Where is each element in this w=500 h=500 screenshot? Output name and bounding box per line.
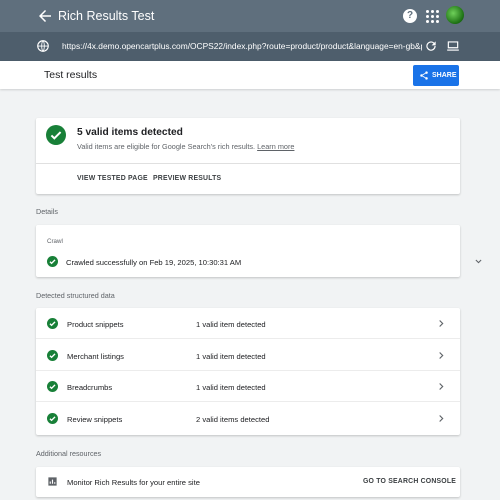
preview-results-button[interactable]: PREVIEW RESULTS	[153, 175, 221, 182]
apps-icon[interactable]	[425, 9, 439, 23]
row-status: 2 valid items detected	[196, 415, 270, 424]
share-button[interactable]: SHARE	[413, 65, 459, 86]
learn-more-link[interactable]: Learn more	[257, 142, 294, 151]
detected-data-card: Product snippets 1 valid item detected M…	[36, 308, 460, 435]
crawl-status: Crawled successfully on Feb 19, 2025, 10…	[66, 258, 242, 267]
chevron-right-icon	[439, 383, 444, 390]
check-circle-icon	[47, 318, 58, 329]
summary-subtitle: Valid items are eligible for Google Sear…	[77, 142, 294, 151]
resources-card: Monitor Rich Results for your entire sit…	[36, 467, 460, 497]
laptop-icon[interactable]	[446, 39, 460, 53]
row-name: Merchant listings	[67, 352, 124, 361]
crawl-card[interactable]: Crawl Crawled successfully on Feb 19, 20…	[36, 225, 482, 277]
view-tested-page-button[interactable]: VIEW TESTED PAGE	[77, 175, 148, 182]
app-bar: Rich Results Test ?	[0, 0, 500, 32]
detected-row-product-snippets[interactable]: Product snippets 1 valid item detected	[36, 308, 460, 339]
summary-subtitle-text: Valid items are eligible for Google Sear…	[77, 142, 256, 151]
chevron-right-icon	[439, 352, 444, 359]
chevron-right-icon	[439, 320, 444, 327]
globe-icon	[37, 40, 49, 52]
row-name: Product snippets	[67, 320, 124, 329]
divider	[36, 163, 460, 164]
row-status: 1 valid item detected	[196, 352, 266, 361]
check-circle-icon	[47, 256, 58, 267]
summary-card: 5 valid items detected Valid items are e…	[36, 118, 460, 194]
check-circle-icon	[47, 413, 58, 424]
chevron-down-icon[interactable]	[474, 258, 483, 265]
avatar[interactable]	[446, 6, 464, 24]
detected-row-review-snippets[interactable]: Review snippets 2 valid items detected	[36, 403, 460, 434]
share-icon	[420, 71, 428, 80]
share-label: SHARE	[432, 72, 457, 79]
summary-title: 5 valid items detected	[77, 127, 183, 138]
row-name: Breadcrumbs	[67, 383, 113, 392]
results-header: Test results SHARE	[0, 61, 500, 89]
detected-section-label: Detected structured data	[36, 291, 115, 300]
row-name: Review snippets	[67, 415, 123, 424]
chart-icon	[48, 477, 57, 486]
detected-row-breadcrumbs[interactable]: Breadcrumbs 1 valid item detected	[36, 371, 460, 402]
reload-icon[interactable]	[424, 39, 438, 53]
details-section-label: Details	[36, 207, 58, 216]
detected-row-merchant-listings[interactable]: Merchant listings 1 valid item detected	[36, 340, 460, 371]
chevron-right-icon	[439, 415, 444, 422]
monitor-text: Monitor Rich Results for your entire sit…	[67, 478, 200, 487]
check-circle-icon	[47, 350, 58, 361]
tested-url[interactable]: https://4x.demo.opencartplus.com/OCPS22/…	[62, 41, 422, 51]
check-circle-icon	[47, 381, 58, 392]
go-to-search-console-button[interactable]: GO TO SEARCH CONSOLE	[363, 478, 456, 485]
resources-section-label: Additional resources	[36, 449, 102, 458]
back-arrow-icon[interactable]	[36, 7, 54, 25]
crawl-label: Crawl	[47, 238, 63, 245]
row-status: 1 valid item detected	[196, 383, 266, 392]
page-title: Test results	[44, 69, 98, 81]
help-icon[interactable]: ?	[403, 9, 417, 23]
row-status: 1 valid item detected	[196, 320, 266, 329]
check-circle-icon	[46, 125, 66, 145]
url-bar: https://4x.demo.opencartplus.com/OCPS22/…	[0, 32, 500, 61]
app-title: Rich Results Test	[58, 9, 155, 23]
